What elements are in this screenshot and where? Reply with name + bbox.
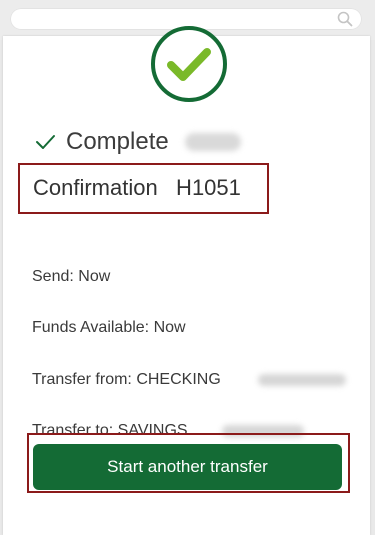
funds-available-detail: Funds Available: Now xyxy=(32,319,186,336)
redacted-from-account xyxy=(258,374,346,386)
transfer-from-detail: Transfer from: CHECKING xyxy=(32,371,221,388)
success-check-icon xyxy=(151,26,227,102)
status-label: Complete xyxy=(66,128,169,155)
redacted-amount xyxy=(184,133,241,151)
confirmation-number: Confirmation H1051 xyxy=(33,175,241,200)
send-detail: Send: Now xyxy=(32,268,111,285)
search-icon[interactable] xyxy=(336,10,354,28)
start-another-transfer-button[interactable]: Start another transfer xyxy=(33,444,342,490)
status-row: Complete xyxy=(34,126,241,158)
check-icon xyxy=(36,135,55,149)
